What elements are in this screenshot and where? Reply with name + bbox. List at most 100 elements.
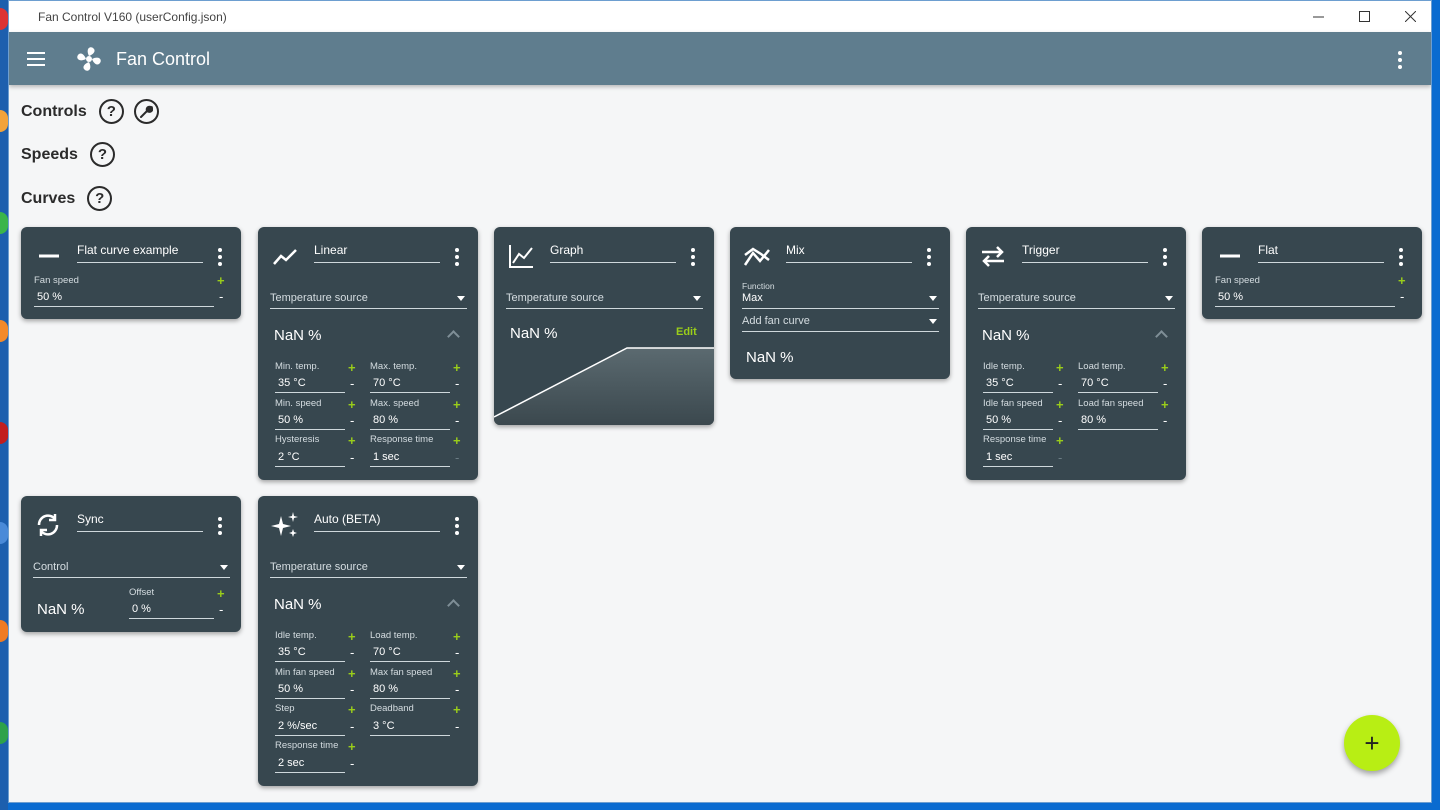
card-menu-icon[interactable] [215,517,225,535]
decrement-button[interactable]: - [350,450,354,465]
desktop-icon[interactable] [0,8,8,30]
response-time-input[interactable]: 1 sec [983,451,1053,467]
desktop-icon[interactable] [0,320,8,342]
curve-name-field[interactable]: Trigger [1022,243,1148,263]
card-menu-icon[interactable] [215,248,225,266]
increment-button[interactable]: + [1161,397,1169,412]
menu-icon[interactable] [27,52,45,70]
increment-button[interactable]: + [1161,360,1169,375]
increment-button[interactable]: + [348,397,356,412]
temperature-source-select[interactable]: Temperature source [270,561,467,578]
increment-button[interactable]: + [453,702,461,717]
curve-name-field[interactable]: Auto (BETA) [314,512,440,532]
decrement-button[interactable]: - [350,645,354,660]
load-temp-input[interactable]: 70 °C [370,646,450,662]
card-menu-icon[interactable] [924,248,934,266]
temperature-source-select[interactable]: Temperature source [270,292,467,309]
decrement-button[interactable]: - [350,682,354,697]
offset-input[interactable]: 0 % [129,603,214,619]
decrement-button[interactable]: - [1058,413,1062,428]
increment-button[interactable]: + [217,586,225,601]
decrement-button[interactable]: - [350,376,354,391]
min-temp-input[interactable]: 35 °C [275,377,345,393]
increment-button[interactable]: + [1056,397,1064,412]
fan-speed-input[interactable]: 50 % [1215,291,1395,307]
edit-graph-button[interactable]: Edit [676,326,697,338]
increment-button[interactable]: + [453,666,461,681]
load-temp-input[interactable]: 70 °C [1078,377,1158,393]
collapse-icon[interactable] [1155,330,1168,343]
card-menu-icon[interactable] [452,517,462,535]
card-menu-icon[interactable] [1396,248,1406,266]
desktop-icon[interactable] [0,422,8,444]
decrement-button[interactable]: - [219,289,223,304]
decrement-button[interactable]: - [455,376,459,391]
decrement-button[interactable]: - [455,682,459,697]
decrement-button[interactable]: - [1163,376,1167,391]
collapse-icon[interactable] [447,330,460,343]
decrement-button[interactable]: - [1058,376,1062,391]
close-button[interactable] [1387,1,1431,32]
curve-name-field[interactable]: Mix [786,243,912,263]
hysteresis-input[interactable]: 2 °C [275,451,345,467]
temperature-source-select[interactable]: Temperature source [506,292,703,309]
curve-name-field[interactable]: Flat [1258,243,1384,263]
help-icon[interactable]: ? [87,186,113,211]
wrench-icon[interactable] [133,99,159,124]
decrement-button[interactable]: - [455,645,459,660]
desktop-icon[interactable] [0,110,8,132]
card-menu-icon[interactable] [1160,248,1170,266]
temperature-source-select[interactable]: Temperature source [978,292,1175,309]
decrement-button[interactable]: - [455,450,459,465]
help-icon[interactable]: ? [89,142,115,167]
decrement-button[interactable]: - [1058,450,1062,465]
curve-name-field[interactable]: Flat curve example [77,243,203,263]
max-temp-input[interactable]: 70 °C [370,377,450,393]
increment-button[interactable]: + [348,360,356,375]
increment-button[interactable]: + [348,433,356,448]
min-fan-speed-input[interactable]: 50 % [275,683,345,699]
decrement-button[interactable]: - [350,413,354,428]
increment-button[interactable]: + [348,666,356,681]
max-speed-input[interactable]: 80 % [370,414,450,430]
increment-button[interactable]: + [217,273,225,288]
fan-speed-input[interactable]: 50 % [34,291,214,307]
min-speed-input[interactable]: 50 % [275,414,345,430]
max-fan-speed-input[interactable]: 80 % [370,683,450,699]
increment-button[interactable]: + [1398,273,1406,288]
response-time-input[interactable]: 2 sec [275,757,345,773]
increment-button[interactable]: + [1056,433,1064,448]
increment-button[interactable]: + [348,702,356,717]
increment-button[interactable]: + [453,433,461,448]
decrement-button[interactable]: - [350,756,354,771]
increment-button[interactable]: + [453,629,461,644]
increment-button[interactable]: + [348,739,356,754]
curve-name-field[interactable]: Sync [77,512,203,532]
curve-name-field[interactable]: Linear [314,243,440,263]
card-menu-icon[interactable] [688,248,698,266]
increment-button[interactable]: + [348,629,356,644]
desktop-icon[interactable] [0,212,8,234]
step-input[interactable]: 2 %/sec [275,720,345,736]
curve-name-field[interactable]: Graph [550,243,676,263]
add-fan-curve-select[interactable]: Add fan curve [742,315,939,332]
decrement-button[interactable]: - [350,719,354,734]
help-icon[interactable]: ? [98,99,124,124]
card-menu-icon[interactable] [452,248,462,266]
idle-fan-speed-input[interactable]: 50 % [983,414,1053,430]
decrement-button[interactable]: - [1400,289,1404,304]
response-time-input[interactable]: 1 sec [370,451,450,467]
desktop-icon[interactable] [0,722,8,744]
decrement-button[interactable]: - [219,602,223,617]
increment-button[interactable]: + [453,397,461,412]
control-select[interactable]: Control [33,561,230,578]
graph-preview[interactable] [494,345,714,425]
idle-temp-input[interactable]: 35 °C [275,646,345,662]
idle-temp-input[interactable]: 35 °C [983,377,1053,393]
desktop-icon[interactable] [0,522,8,544]
load-fan-speed-input[interactable]: 80 % [1078,414,1158,430]
minimize-button[interactable] [1295,1,1341,32]
maximize-button[interactable] [1341,1,1387,32]
function-select[interactable]: Max [742,292,939,309]
collapse-icon[interactable] [447,599,460,612]
